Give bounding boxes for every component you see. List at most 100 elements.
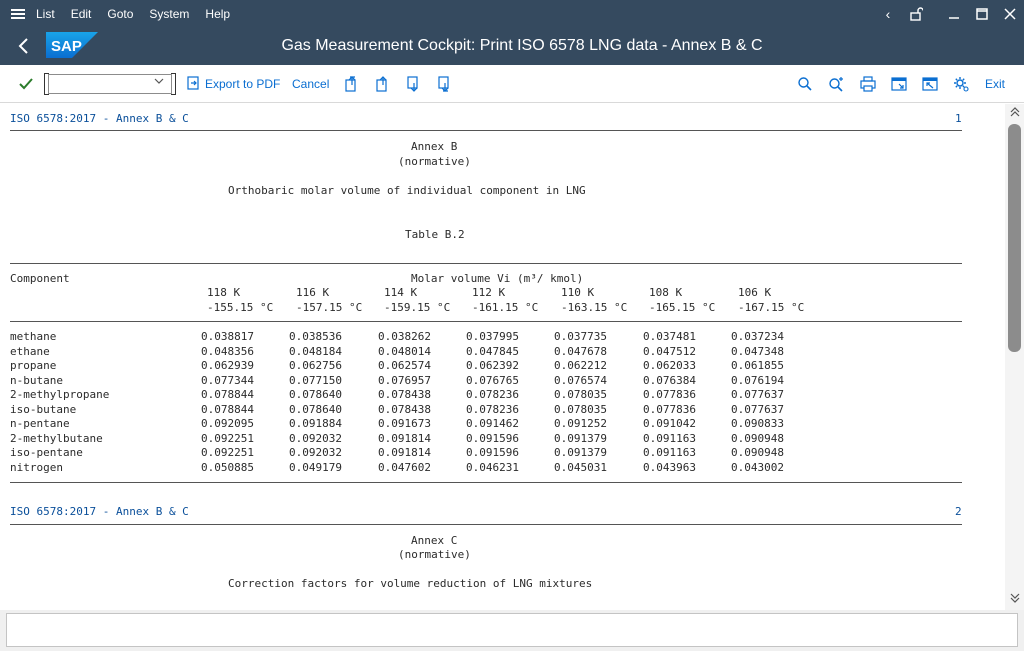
last-page-icon[interactable] (437, 65, 453, 103)
table-row-component: 2-methylbutane (10, 431, 103, 445)
minimize-icon[interactable] (940, 0, 968, 28)
table-cell: 0.090833 (731, 417, 784, 430)
new-window-icon[interactable] (891, 65, 907, 103)
collapse-left-icon[interactable]: ‹ (874, 0, 902, 28)
table-cell: 0.078035 (554, 388, 607, 401)
table-cell: 0.062212 (554, 359, 607, 372)
divider (10, 263, 962, 264)
kelvin-header: 106 K (738, 286, 772, 299)
scrollbar-thumb[interactable] (1008, 124, 1021, 352)
menu-goto[interactable]: Goto (107, 7, 133, 21)
annex-normative: (normative) (398, 155, 471, 168)
table-cell: 0.076384 (643, 373, 696, 387)
menu-bar: List Edit Goto System Help ‹ (0, 0, 1024, 28)
table-cell: 0.091379 (554, 446, 607, 459)
confirm-icon[interactable] (18, 65, 34, 103)
table-cell: 0.076574 (554, 373, 607, 387)
previous-page-icon[interactable] (375, 65, 391, 103)
close-icon[interactable] (996, 0, 1024, 28)
annex-title: Annex C (411, 534, 458, 547)
table-cell: 0.037735 (554, 330, 607, 343)
new-session-icon[interactable] (922, 65, 938, 103)
divider (10, 482, 962, 483)
print-icon[interactable] (860, 65, 876, 103)
table-cell: 0.091814 (378, 446, 431, 459)
table-cell: 0.046231 (466, 460, 519, 474)
table-title: Table B.2 (405, 228, 465, 241)
celsius-header: -163.15 °C (561, 301, 628, 314)
scroll-down-icon[interactable] (1005, 592, 1024, 606)
cancel-label: Cancel (292, 77, 330, 91)
divider (10, 130, 962, 131)
table-cell: 0.037995 (466, 330, 519, 343)
table-cell: 0.091042 (643, 417, 696, 430)
table-cell: 0.091252 (554, 417, 607, 430)
menu-list[interactable]: List (36, 7, 55, 21)
first-page-icon[interactable] (344, 65, 360, 103)
table-cell: 0.091884 (289, 417, 342, 430)
kelvin-header: 110 K (561, 286, 595, 299)
table-cell: 0.078844 (201, 388, 254, 401)
command-field[interactable] (44, 73, 176, 95)
table-cell: 0.077150 (289, 373, 342, 387)
table-row-component: 2-methylpropane (10, 388, 110, 401)
menu-help[interactable]: Help (205, 7, 230, 21)
annex-subtitle: Correction factors for volume reduction … (228, 577, 593, 590)
table-cell: 0.038817 (201, 330, 254, 343)
table-cell: 0.061855 (731, 359, 784, 372)
table-cell: 0.091673 (378, 417, 431, 430)
table-row-component: methane (10, 330, 57, 343)
status-message-field (6, 613, 1018, 647)
table-cell: 0.047348 (731, 344, 784, 358)
export-pdf-button[interactable]: Export to PDF (187, 65, 280, 103)
celsius-header: -159.15 °C (384, 301, 451, 314)
table-cell: 0.038536 (289, 330, 342, 343)
next-page-icon[interactable] (406, 65, 422, 103)
table-cell: 0.047512 (643, 344, 696, 358)
maximize-icon[interactable] (968, 0, 996, 28)
table-cell: 0.092032 (289, 431, 342, 445)
scroll-up-icon[interactable] (1005, 106, 1024, 120)
kelvin-header: 116 K (296, 286, 330, 299)
table-cell: 0.078438 (378, 388, 431, 401)
table-cell: 0.047845 (466, 344, 519, 358)
table-cell: 0.062033 (643, 359, 696, 372)
title-bar: SAP Gas Measurement Cockpit: Print ISO 6… (0, 28, 1024, 65)
kelvin-header: 112 K (472, 286, 506, 299)
exit-button[interactable]: Exit (985, 65, 1005, 103)
table-cell: 0.091814 (378, 431, 431, 445)
cancel-button[interactable]: Cancel (292, 65, 329, 103)
export-pdf-label: Export to PDF (205, 77, 281, 91)
settings-gear-icon[interactable] (953, 65, 969, 103)
table-cell: 0.062392 (466, 359, 519, 372)
annex-title: Annex B (411, 140, 458, 153)
kelvin-header: 118 K (207, 286, 241, 299)
hamburger-menu-icon[interactable] (0, 0, 36, 28)
unlock-icon[interactable] (902, 0, 930, 28)
table-cell: 0.092032 (289, 446, 342, 459)
chevron-down-icon[interactable] (154, 76, 164, 89)
search-icon[interactable] (797, 65, 813, 103)
table-cell: 0.062574 (378, 359, 431, 372)
table-row-component: nitrogen (10, 460, 63, 474)
page-header: ISO 6578:2017 - Annex B & C (10, 112, 189, 125)
page-number: 2 (955, 505, 962, 518)
celsius-header: -167.15 °C (738, 301, 805, 314)
table-cell: 0.062939 (201, 359, 254, 372)
report-list: ISO 6578:2017 - Annex B & C 1 Annex B (n… (0, 104, 1005, 610)
table-cell: 0.050885 (201, 460, 254, 474)
table-cell: 0.048014 (378, 344, 431, 358)
menu-system[interactable]: System (149, 7, 189, 21)
table-row-component: n-butane (10, 373, 63, 387)
menu-edit[interactable]: Edit (71, 7, 92, 21)
column-header-component: Component (10, 272, 70, 285)
table-cell: 0.076194 (731, 373, 784, 387)
export-pdf-icon (187, 75, 201, 93)
table-cell: 0.078236 (466, 402, 519, 416)
celsius-header: -161.15 °C (472, 301, 539, 314)
search-next-icon[interactable] (828, 65, 844, 103)
table-cell: 0.037481 (643, 330, 696, 343)
vertical-scrollbar[interactable] (1005, 104, 1024, 610)
divider (10, 321, 962, 322)
table-cell: 0.049179 (289, 460, 342, 474)
